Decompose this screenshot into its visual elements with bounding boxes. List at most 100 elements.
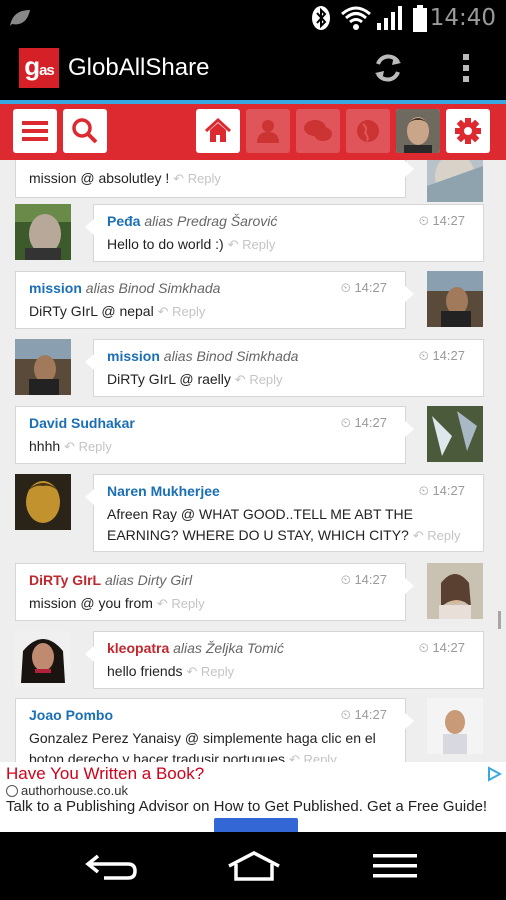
message-header: Naren Mukherjee: [107, 483, 220, 499]
message-header: Peđa alias Predrag Šarović: [107, 213, 277, 229]
chat-button[interactable]: [296, 109, 340, 153]
message-time: ⏲ 14:27: [340, 572, 387, 587]
message-bubble: Naren Mukherjee ⏲ 14:27 Afreen Ray @ WHA…: [85, 474, 484, 552]
author-name[interactable]: Joao Pombo: [29, 707, 113, 723]
author-alias: alias Predrag Šarović: [144, 213, 278, 229]
ad-action-button[interactable]: [214, 818, 298, 832]
author-name[interactable]: mission: [107, 348, 160, 364]
message-time: ⏲ 14:27: [340, 707, 387, 722]
globe-icon: [6, 785, 18, 797]
message-text: DiRTy GIrL @ nepal ↶ Reply: [29, 303, 206, 319]
message-text: Hello to do world :) ↶ Reply: [107, 236, 276, 252]
menu-icon: [22, 121, 48, 141]
author-name[interactable]: DiRTy GIrL: [29, 572, 101, 588]
avatar[interactable]: [15, 204, 71, 260]
adchoices-icon[interactable]: [486, 766, 502, 782]
avatar[interactable]: [427, 160, 483, 202]
author-name[interactable]: kleopatra: [107, 640, 169, 656]
message-bubble: David Sudhakar ⏲ 14:27 hhhh ↶ Reply: [15, 406, 414, 464]
avatar[interactable]: [427, 406, 483, 462]
ad-title[interactable]: Have You Written a Book?: [6, 764, 204, 784]
battery-icon: [413, 5, 427, 32]
message-time: ⏲ 14:27: [418, 213, 465, 228]
reply-link[interactable]: ↶ Reply: [157, 596, 205, 611]
message-bubble: mission @ absolutley ! ↶ Reply: [15, 160, 414, 198]
status-time: 14:40: [429, 5, 496, 31]
avatar[interactable]: [15, 339, 71, 395]
search-icon: [72, 118, 98, 144]
app-logo[interactable]: gas: [19, 48, 59, 88]
message-bubble: Joao Pombo ⏲ 14:27 Gonzalez Perez Yanais…: [15, 698, 414, 762]
message-time: ⏲ 14:27: [418, 483, 465, 498]
user-icon: [257, 120, 279, 143]
refresh-icon[interactable]: [370, 50, 406, 86]
message-bubble: DiRTy GIrL alias Dirty Girl ⏲ 14:27 miss…: [15, 563, 414, 621]
bluetooth-icon: [312, 6, 330, 30]
message-text: hello friends ↶ Reply: [107, 663, 235, 679]
message-text: Gonzalez Perez Yanaisy @ simplemente hag…: [29, 728, 399, 762]
recents-icon[interactable]: [372, 850, 418, 882]
settings-button[interactable]: [446, 109, 490, 153]
author-name[interactable]: Peđa: [107, 213, 140, 229]
profile-avatar[interactable]: [396, 109, 440, 153]
message-header: mission alias Binod Simkhada: [29, 280, 220, 296]
home-button[interactable]: [196, 109, 240, 153]
avatar[interactable]: [427, 698, 483, 754]
avatar[interactable]: [427, 563, 483, 619]
leaf-app-icon: [10, 10, 30, 26]
status-bar: 14:40: [0, 0, 506, 36]
message-bubble: Peđa alias Predrag Šarović ⏲ 14:27 Hello…: [85, 204, 484, 262]
author-name[interactable]: Naren Mukherjee: [107, 483, 220, 499]
avatar[interactable]: [15, 631, 71, 687]
message-header: Joao Pombo: [29, 707, 113, 723]
author-name[interactable]: David Sudhakar: [29, 415, 135, 431]
reply-link[interactable]: ↶ Reply: [173, 171, 221, 186]
message-header: kleopatra alias Željka Tomić: [107, 640, 284, 656]
reply-link[interactable]: ↶ Reply: [235, 372, 283, 387]
message-text: DiRTy GIrL @ raelly ↶ Reply: [107, 371, 283, 387]
globe-button[interactable]: [346, 109, 390, 153]
profile-avatar-image: [396, 109, 440, 153]
home-icon[interactable]: [226, 850, 282, 882]
message-bubble: mission alias Binod Simkhada ⏲ 14:27 DiR…: [15, 271, 414, 329]
message-time: ⏲ 14:27: [340, 415, 387, 430]
author-alias: alias Binod Simkhada: [85, 280, 221, 296]
message-header: DiRTy GIrL alias Dirty Girl: [29, 572, 192, 588]
wifi-icon: [341, 6, 371, 30]
users-button[interactable]: [246, 109, 290, 153]
message-time: ⏲ 14:27: [418, 348, 465, 363]
search-button[interactable]: [63, 109, 107, 153]
message-feed[interactable]: mission @ absolutley ! ↶ Reply Peđa alia…: [0, 160, 506, 762]
reply-link[interactable]: ↶ Reply: [413, 528, 461, 543]
message-time: ⏲ 14:27: [418, 640, 465, 655]
reply-link[interactable]: ↶ Reply: [289, 752, 337, 762]
toolbar: [0, 104, 506, 160]
navigation-bar: [0, 832, 506, 900]
globe-icon: [357, 120, 379, 142]
app-bar: gas GlobAllShare: [0, 36, 506, 100]
chat-icon: [304, 120, 332, 141]
back-icon[interactable]: [84, 850, 138, 882]
overflow-menu-icon[interactable]: [458, 50, 474, 86]
avatar[interactable]: [15, 474, 71, 530]
message-time: ⏲ 14:27: [340, 280, 387, 295]
scrollbar-thumb[interactable]: [498, 611, 501, 629]
message-text: mission @ you from ↶ Reply: [29, 595, 205, 611]
ad-banner[interactable]: Have You Written a Book? authorhouse.co.…: [0, 762, 506, 832]
reply-link[interactable]: ↶ Reply: [186, 664, 234, 679]
message-header: David Sudhakar: [29, 415, 135, 431]
settings-icon: [455, 118, 481, 144]
author-alias: alias Dirty Girl: [104, 572, 193, 588]
home-icon: [204, 118, 232, 142]
author-name[interactable]: mission: [29, 280, 82, 296]
reply-link[interactable]: ↶ Reply: [228, 237, 276, 252]
message-bubble: kleopatra alias Željka Tomić ⏲ 14:27 hel…: [85, 631, 484, 689]
author-alias: alias Željka Tomić: [173, 640, 284, 656]
app-title: GlobAllShare: [68, 54, 210, 81]
reply-link[interactable]: ↶ Reply: [64, 439, 112, 454]
author-alias: alias Binod Simkhada: [163, 348, 299, 364]
ad-source: authorhouse.co.uk: [6, 783, 128, 798]
avatar[interactable]: [427, 271, 483, 327]
reply-link[interactable]: ↶ Reply: [158, 304, 206, 319]
menu-button[interactable]: [13, 109, 57, 153]
